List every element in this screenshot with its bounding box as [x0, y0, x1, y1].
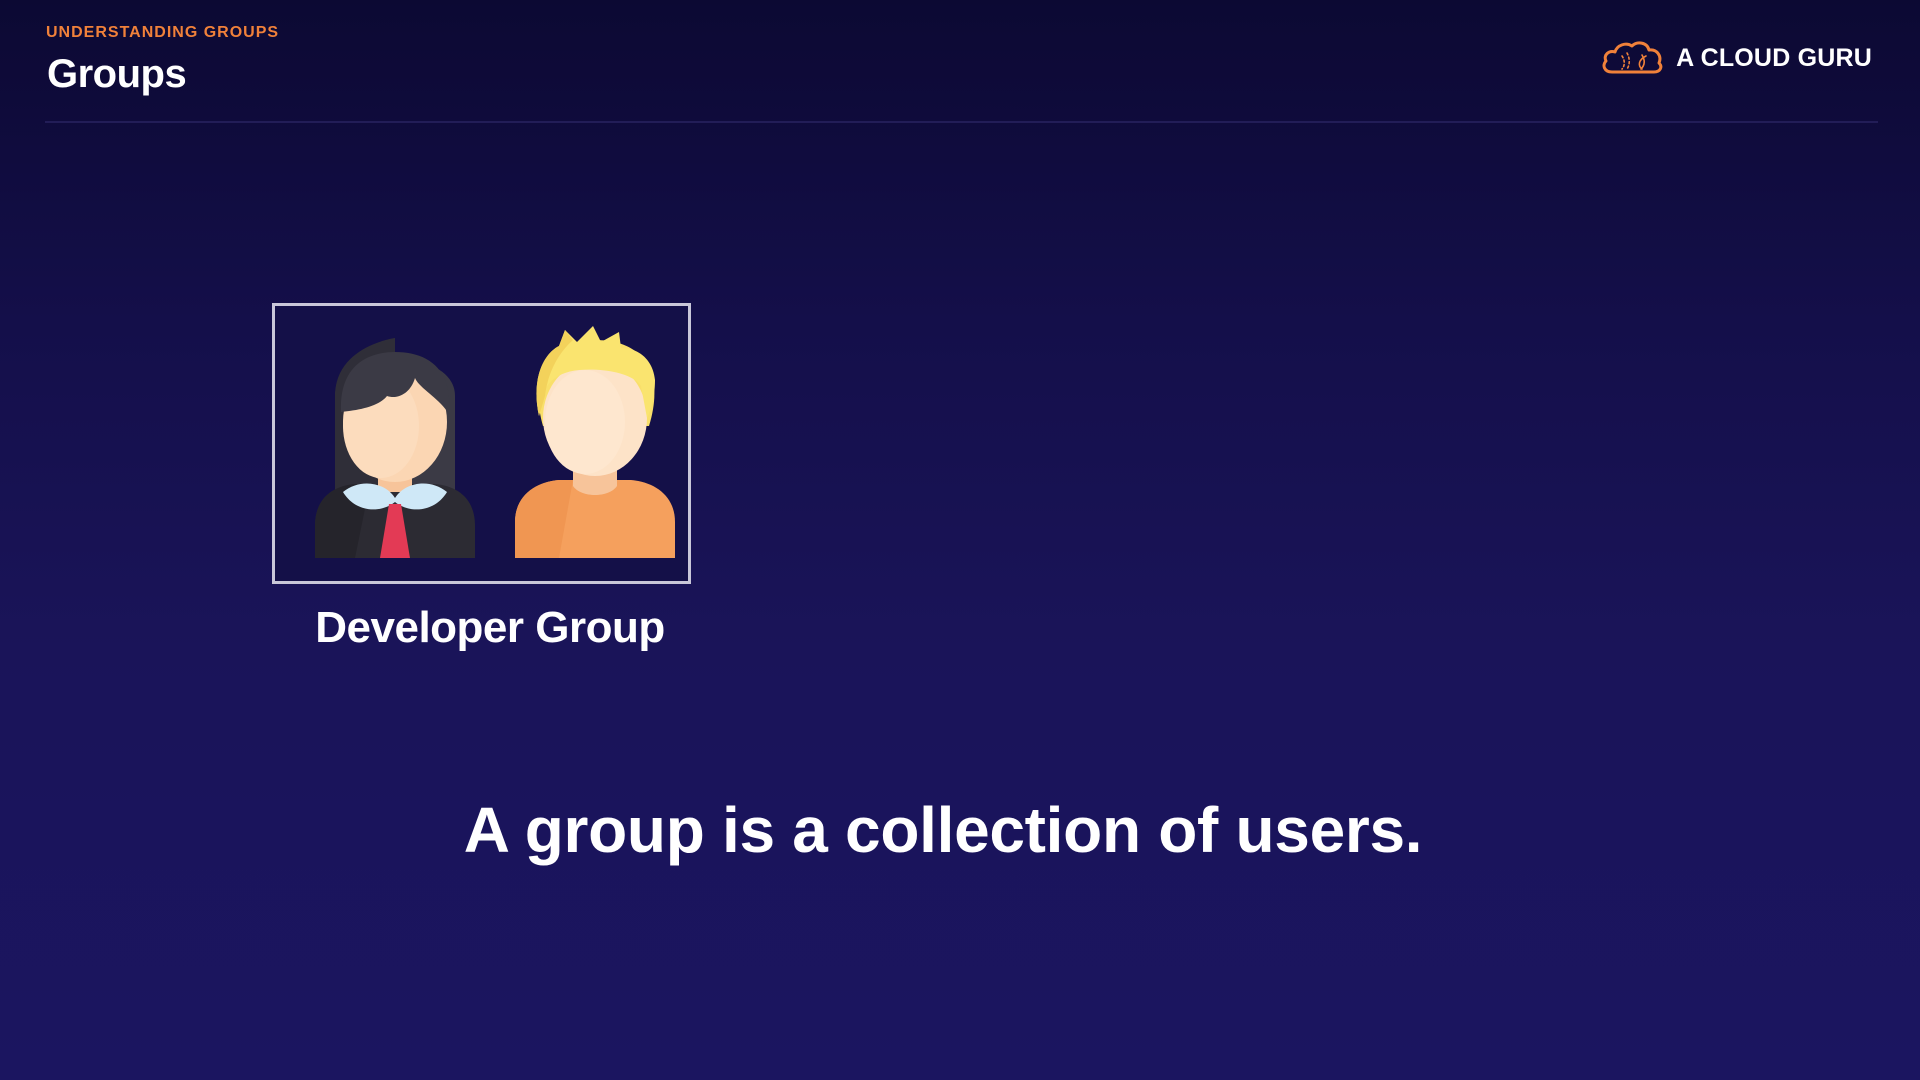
cloud-logo-icon — [1602, 41, 1663, 74]
brand-name: A CLOUD GURU — [1676, 43, 1872, 72]
brand-logo: A CLOUD GURU — [1600, 38, 1872, 78]
male-user-avatar-icon — [515, 326, 675, 558]
slide-header: UNDERSTANDING GROUPS Groups A CLOUD GURU — [45, 0, 1878, 123]
slide-caption: A group is a collection of users. — [463, 794, 1423, 866]
developer-group-box — [272, 303, 691, 584]
slide: { "header": { "kicker": "UNDERSTANDING G… — [0, 0, 1920, 1080]
section-kicker: UNDERSTANDING GROUPS — [46, 24, 280, 41]
female-user-avatar-icon — [315, 338, 475, 558]
page-title: Groups — [47, 52, 187, 96]
group-label: Developer Group — [315, 603, 665, 652]
